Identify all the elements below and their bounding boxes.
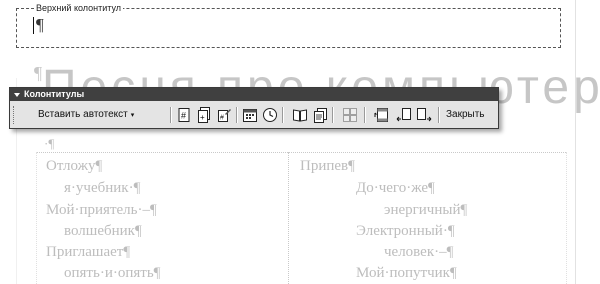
verse-left-line: Мой·приятель·–¶: [46, 202, 157, 218]
insert-date-icon[interactable]: [242, 107, 258, 123]
verse-left-line: Отложу¶: [46, 158, 103, 174]
insert-page-count-icon[interactable]: +: [196, 107, 212, 123]
body-pilcrow: ·¶: [44, 136, 55, 151]
toolbar-separator: [236, 107, 238, 123]
page-right-edge: [575, 0, 576, 284]
switch-header-footer-icon[interactable]: [374, 107, 390, 123]
close-header-footer-button[interactable]: Закрыть: [446, 106, 485, 124]
toolbar-grip-handle[interactable]: [13, 106, 16, 124]
table-column-divider: [288, 152, 289, 284]
verse-right-line: Электронный·¶: [356, 223, 455, 239]
toolbar-separator: [170, 107, 172, 123]
svg-text:+: +: [200, 113, 205, 122]
insert-autotext-label: Вставить автотекст: [38, 109, 128, 120]
page-setup-icon[interactable]: [292, 107, 308, 123]
verse-right-line: энергичный¶: [384, 202, 468, 218]
table-right-border: [566, 152, 567, 284]
verse-right-line: Мой·попутчик¶: [356, 265, 457, 281]
verse-left-line: я·учебник·¶: [64, 180, 141, 196]
toolbar-separator: [332, 107, 334, 123]
toolbar-separator: [282, 107, 284, 123]
toolbar-buttons-row: Вставить автотекст ▾ # + # Закрыть: [10, 103, 498, 127]
chevron-down-icon: ▾: [130, 112, 135, 119]
svg-text:#: #: [220, 115, 224, 122]
document-pilcrow: ¶: [34, 63, 43, 83]
toolbar-title-bar[interactable]: Колонтитулы: [10, 88, 498, 101]
header-area-label: Верхний колонтитул: [34, 3, 124, 13]
insert-page-number-icon[interactable]: #: [176, 107, 192, 123]
insert-autotext-dropdown[interactable]: Вставить автотекст ▾: [32, 106, 164, 124]
verse-right-line: До·чего·же¶: [356, 180, 435, 196]
insert-time-icon[interactable]: [262, 107, 278, 123]
table-top-border: [36, 152, 566, 153]
header-footer-toolbar: Колонтитулы Вставить автотекст ▾ # + # З…: [9, 87, 499, 129]
verse-left-line: Приглашает¶: [46, 244, 131, 260]
header-edit-area[interactable]: [16, 8, 561, 48]
text-caret: [33, 17, 34, 34]
header-text-cursor: ¶: [33, 15, 44, 34]
table-left-border: [36, 152, 37, 284]
show-next-icon[interactable]: [416, 107, 432, 123]
verse-left-line: волшебник¶: [64, 223, 142, 239]
verse-right-line: человек·–¶: [384, 244, 454, 260]
verse-left-line: опять·и·опять¶: [64, 265, 161, 281]
show-document-text-icon[interactable]: [312, 107, 328, 123]
header-pilcrow: ¶: [36, 15, 44, 34]
show-previous-icon[interactable]: [396, 107, 412, 123]
toolbar-title: Колонтитулы: [24, 89, 85, 99]
toolbar-menu-arrow-icon[interactable]: [14, 92, 20, 97]
svg-text:#: #: [181, 111, 186, 121]
format-page-number-icon[interactable]: #: [216, 107, 232, 123]
toolbar-separator: [438, 107, 440, 123]
toolbar-separator: [364, 107, 366, 123]
verse-right-line: Припев¶: [300, 158, 355, 174]
same-as-previous-icon[interactable]: [342, 107, 358, 123]
